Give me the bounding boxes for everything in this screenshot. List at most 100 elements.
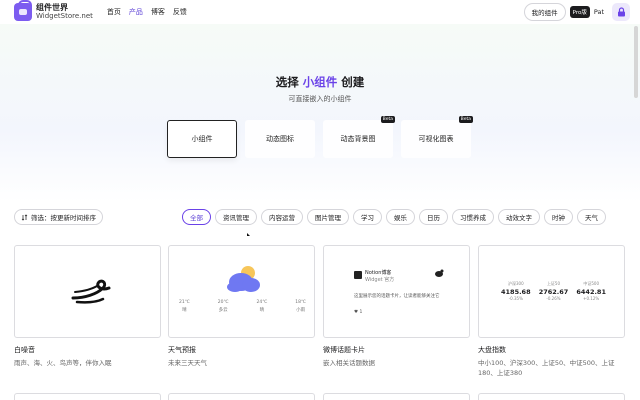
- card-title: 微博话题卡片: [323, 346, 365, 354]
- stat-label: 中证500: [583, 281, 599, 286]
- title-prefix: 选择: [275, 75, 299, 89]
- card-preview[interactable]: Notion博客 Widget 官方 这里展示您的话题卡片，让读者能够关注它 ♥…: [323, 245, 470, 338]
- widget-card-white-noise[interactable]: 白噪音 雨声、海、火、鸟声等，伴你入眠: [14, 245, 161, 368]
- forecast-day: 20℃ 多云: [218, 299, 229, 315]
- type-dynamic-background[interactable]: 动态背景图 Beta: [323, 116, 395, 158]
- logo[interactable]: 组件世界 WidgetStore.net: [36, 3, 93, 21]
- forecast-temp: 21℃: [179, 300, 190, 305]
- stat-value: 2762.67: [538, 288, 569, 296]
- beta-badge: Beta: [380, 116, 395, 123]
- type-widget[interactable]: 小组件: [167, 120, 237, 158]
- chip-clock[interactable]: 时钟: [544, 209, 573, 225]
- sort-filter-button[interactable]: 筛选：按更新时间排序: [14, 209, 103, 225]
- card-preview[interactable]: 沪深300 4185.68 -0.35% 上证50 2762.67 -0.26%…: [478, 245, 625, 338]
- chip-calendar[interactable]: 日历: [419, 209, 448, 225]
- chip-all[interactable]: 全部: [182, 209, 211, 225]
- type-visual-chart[interactable]: 可视化图表 Beta: [401, 116, 473, 158]
- chip-news[interactable]: 资讯管理: [215, 209, 257, 225]
- top-header: 组件世界 WidgetStore.net 首页 产品 博客 反馈 我的组件 Pr…: [0, 0, 640, 24]
- stat-label: 沪深300: [507, 281, 524, 286]
- forecast-temp: 20℃: [217, 300, 229, 305]
- weather-forecast: 21℃ 晴 20℃ 多云 24℃ 晴 18℃ 小雨: [179, 299, 306, 315]
- stat-change: +0.12%: [583, 296, 600, 301]
- type-label: 可视化图表: [418, 135, 454, 143]
- stat-value: 6442.81: [576, 288, 606, 296]
- header-actions: 我的组件 Pro版 Pat: [523, 3, 630, 21]
- title-suffix: 创建: [341, 75, 365, 89]
- pro-badge: Pro版: [569, 6, 590, 18]
- card-preview[interactable]: 21℃ 晴 20℃ 多云 24℃ 晴 18℃ 小雨: [168, 245, 315, 338]
- lock-icon: [617, 7, 625, 17]
- social-like-count: ♥ 1: [354, 310, 363, 315]
- stat-change: -0.26%: [546, 296, 561, 301]
- stat-label: 上证50: [546, 281, 561, 286]
- title-accent: 小组件: [302, 75, 338, 89]
- widget-card-market-index[interactable]: 沪深300 4185.68 -0.35% 上证50 2762.67 -0.26%…: [478, 245, 625, 378]
- category-chips: 全部 资讯管理 内容运营 图片管理 学习 娱乐 日历 习惯养成 动效文字 时钟 …: [182, 209, 606, 225]
- type-dynamic-icon[interactable]: 动态图标: [245, 120, 315, 158]
- lock-button[interactable]: [612, 3, 630, 21]
- card-title: 大盘指数: [478, 346, 506, 354]
- mouse-cursor: [247, 233, 250, 236]
- page-title: 选择 小组件 创建: [0, 74, 640, 90]
- stat-item: 沪深300 4185.68 -0.35%: [501, 281, 531, 301]
- page-subtitle: 可直接嵌入的小组件: [288, 95, 352, 103]
- wind-icon: [71, 279, 111, 304]
- widget-card-next[interactable]: [14, 393, 161, 400]
- card-description: 嵌入相关话题数据: [323, 359, 375, 367]
- market-stats: 沪深300 4185.68 -0.35% 上证50 2762.67 -0.26%…: [501, 281, 606, 301]
- stat-item: 中证500 6442.81 +0.12%: [576, 281, 606, 301]
- type-label: 小组件: [191, 135, 213, 143]
- widget-card-weibo-topic[interactable]: Notion博客 Widget 官方 这里展示您的话题卡片，让读者能够关注它 ♥…: [323, 245, 470, 368]
- widget-card-next[interactable]: [323, 393, 470, 400]
- scrollbar-thumb[interactable]: [634, 26, 638, 98]
- nav-products[interactable]: 产品: [129, 7, 143, 17]
- forecast-desc: 多云: [218, 308, 228, 313]
- chip-habits[interactable]: 习惯养成: [452, 209, 494, 225]
- forecast-day: 18℃ 小雨: [295, 299, 306, 315]
- stat-value: 4185.68: [501, 288, 531, 296]
- chip-study[interactable]: 学习: [353, 209, 382, 225]
- card-description: 中小100、沪深300、上证50、中证500、上证180、上证380: [478, 359, 615, 377]
- forecast-desc: 晴: [259, 308, 265, 313]
- my-widgets-button[interactable]: 我的组件: [523, 3, 566, 21]
- chip-entertainment[interactable]: 娱乐: [386, 209, 415, 225]
- weibo-icon: [435, 269, 444, 277]
- social-preview-text: 这里展示您的话题卡片，让读者能够关注它: [354, 294, 440, 299]
- chip-weather[interactable]: 天气: [577, 209, 606, 225]
- forecast-day: 21℃ 晴: [179, 299, 190, 315]
- cloud-icon: [227, 266, 260, 292]
- nav-blog[interactable]: 博客: [151, 7, 165, 17]
- type-label: 动态背景图: [340, 135, 376, 143]
- widget-card-weather[interactable]: 21℃ 晴 20℃ 多云 24℃ 晴 18℃ 小雨 天气预报 未来三天天气: [168, 245, 315, 368]
- forecast-temp: 18℃: [295, 300, 306, 305]
- like-count: 1: [359, 310, 363, 315]
- logo-title: 组件世界: [36, 3, 68, 12]
- main-nav: 首页 产品 博客 反馈: [107, 7, 187, 17]
- card-title: 白噪音: [14, 346, 35, 354]
- hero-section: 选择 小组件 创建 可直接嵌入的小组件 小组件 动态图标 动态背景图 Beta …: [0, 24, 640, 202]
- nav-home[interactable]: 首页: [107, 7, 121, 17]
- chip-text-effects[interactable]: 动效文字: [498, 209, 540, 225]
- forecast-desc: 晴: [182, 308, 187, 313]
- bag-logo-icon[interactable]: [14, 0, 32, 21]
- logo-domain: WidgetStore.net: [36, 12, 93, 20]
- widget-card-next[interactable]: [478, 393, 625, 400]
- sort-label: 筛选：按更新时间排序: [31, 214, 96, 222]
- filter-row: 筛选：按更新时间排序 全部 资讯管理 内容运营 图片管理 学习 娱乐 日历 习惯…: [14, 209, 626, 225]
- card-title: 天气预报: [168, 346, 196, 354]
- beta-badge: Beta: [458, 116, 473, 123]
- nav-feedback[interactable]: 反馈: [173, 7, 187, 17]
- forecast-temp: 24℃: [256, 300, 268, 305]
- stat-item: 上证50 2762.67 -0.26%: [539, 281, 569, 301]
- forecast-desc: 小雨: [296, 308, 306, 313]
- chip-images[interactable]: 图片管理: [307, 209, 349, 225]
- chip-content[interactable]: 内容运营: [261, 209, 303, 225]
- widget-card-next[interactable]: [168, 393, 315, 400]
- filter-icon: [21, 213, 28, 221]
- user-name[interactable]: Pat: [594, 8, 604, 16]
- stat-change: -0.35%: [508, 296, 523, 301]
- forecast-day: 24℃ 晴: [256, 299, 267, 315]
- card-description: 雨声、海、火、鸟声等，伴你入眠: [14, 359, 112, 367]
- card-preview[interactable]: [14, 245, 161, 338]
